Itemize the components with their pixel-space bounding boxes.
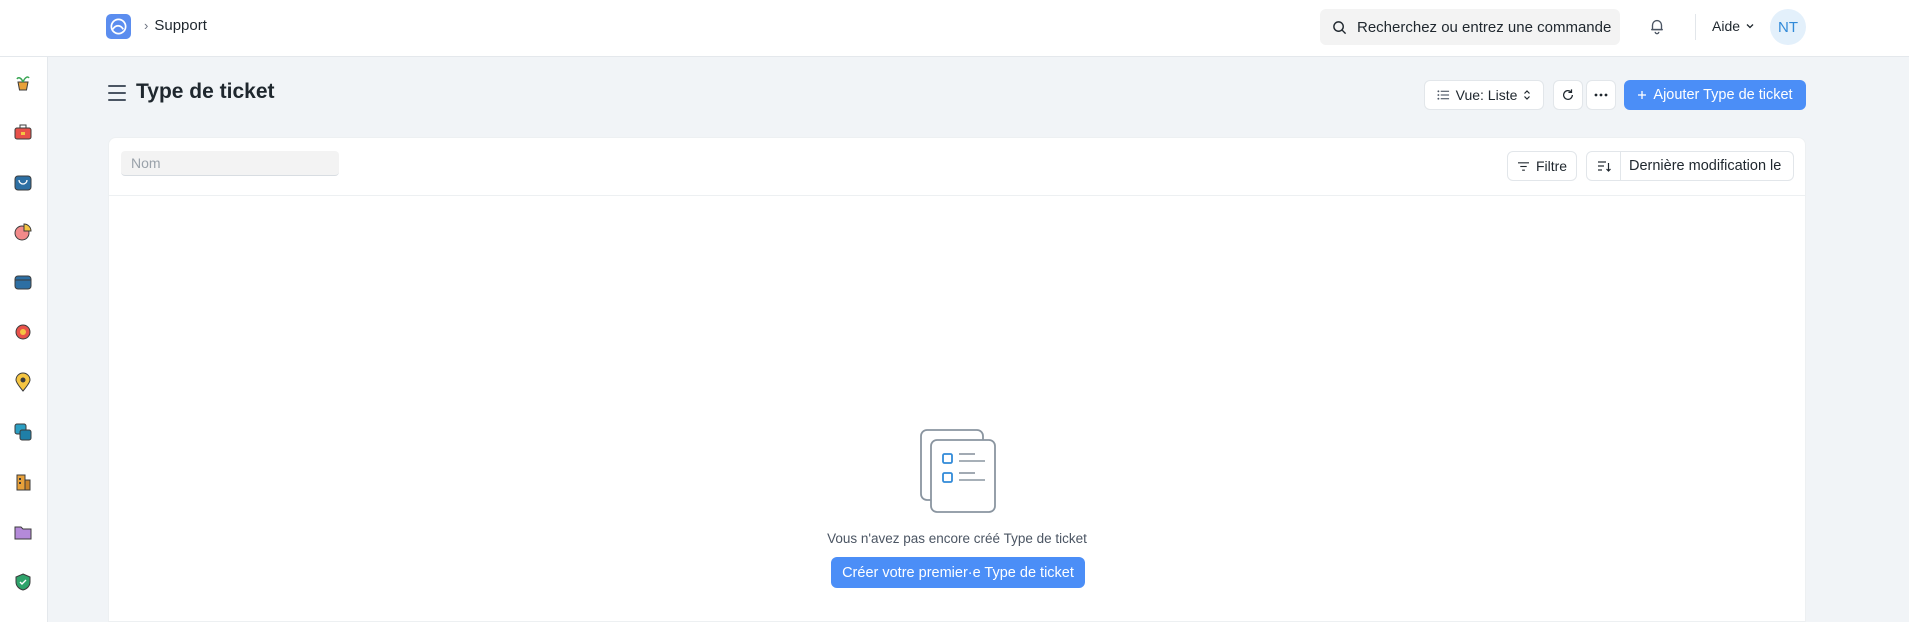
- search-icon: [1333, 20, 1347, 34]
- pie-chart-icon[interactable]: [12, 221, 34, 243]
- more-horizontal-icon: [1594, 93, 1608, 97]
- top-navbar: › Support Recherchez ou entrez une comma…: [0, 0, 1909, 57]
- sort-field-label[interactable]: Dernière modification le: [1621, 158, 1781, 174]
- add-button-label: Ajouter Type de ticket: [1653, 87, 1793, 103]
- list-card: Filtre Dernière modification le: [108, 137, 1806, 622]
- view-switcher-button[interactable]: Vue: Liste: [1424, 80, 1544, 110]
- chevron-down-icon: [1746, 24, 1754, 29]
- breadcrumb: › Support: [144, 17, 207, 34]
- breadcrumb-support[interactable]: Support: [154, 17, 207, 34]
- buildings-icon[interactable]: [12, 471, 34, 493]
- empty-state-message: Vous n'avez pas encore créé Type de tick…: [827, 531, 1087, 546]
- folder-icon[interactable]: [12, 521, 34, 543]
- search-bar[interactable]: Recherchez ou entrez une commande: [1320, 9, 1620, 45]
- more-actions-button[interactable]: [1586, 80, 1616, 110]
- sidebar-toggle-icon[interactable]: [108, 85, 126, 101]
- headset-icon[interactable]: [12, 321, 34, 343]
- toolbox-icon[interactable]: [12, 121, 34, 143]
- view-label: Vue: Liste: [1455, 87, 1518, 103]
- create-first-ticket-type-button[interactable]: Créer votre premier·e Type de ticket: [831, 557, 1085, 588]
- map-pin-icon[interactable]: [12, 371, 34, 393]
- layers-icon[interactable]: [12, 421, 34, 443]
- name-filter-input[interactable]: [121, 151, 339, 176]
- helpdesk-logo-icon: [110, 18, 127, 35]
- help-label: Aide: [1712, 18, 1741, 34]
- user-avatar[interactable]: NT: [1770, 9, 1806, 45]
- add-ticket-type-button[interactable]: Ajouter Type de ticket: [1624, 80, 1806, 110]
- sort-control[interactable]: Dernière modification le: [1586, 151, 1794, 181]
- notifications-bell-icon[interactable]: [1648, 17, 1668, 37]
- page-title: Type de ticket: [136, 80, 275, 103]
- filter-button[interactable]: Filtre: [1507, 151, 1577, 181]
- filter-bar: Filtre Dernière modification le: [109, 138, 1805, 196]
- refresh-button[interactable]: [1553, 80, 1583, 110]
- filter-icon: [1517, 161, 1529, 171]
- app-sidebar: [0, 57, 48, 622]
- empty-list-icon: [919, 428, 999, 514]
- plus-icon: [1638, 91, 1647, 99]
- search-placeholder: Recherchez ou entrez une commande: [1357, 18, 1612, 36]
- chevron-right-icon: ›: [144, 18, 149, 33]
- plant-pot-icon[interactable]: [12, 71, 34, 93]
- filter-label: Filtre: [1535, 158, 1568, 174]
- sort-direction-button[interactable]: [1587, 152, 1621, 180]
- shopping-bag-icon[interactable]: [12, 171, 34, 193]
- shield-icon[interactable]: [12, 571, 34, 593]
- app-logo[interactable]: [106, 14, 131, 39]
- help-dropdown[interactable]: Aide: [1712, 18, 1755, 34]
- chevron-up-down-icon: [1524, 90, 1531, 100]
- wallet-icon[interactable]: [12, 271, 34, 293]
- navbar-divider: [1695, 14, 1696, 40]
- sort-icon: [1597, 161, 1611, 172]
- refresh-icon: [1563, 89, 1573, 100]
- list-icon: [1437, 90, 1449, 100]
